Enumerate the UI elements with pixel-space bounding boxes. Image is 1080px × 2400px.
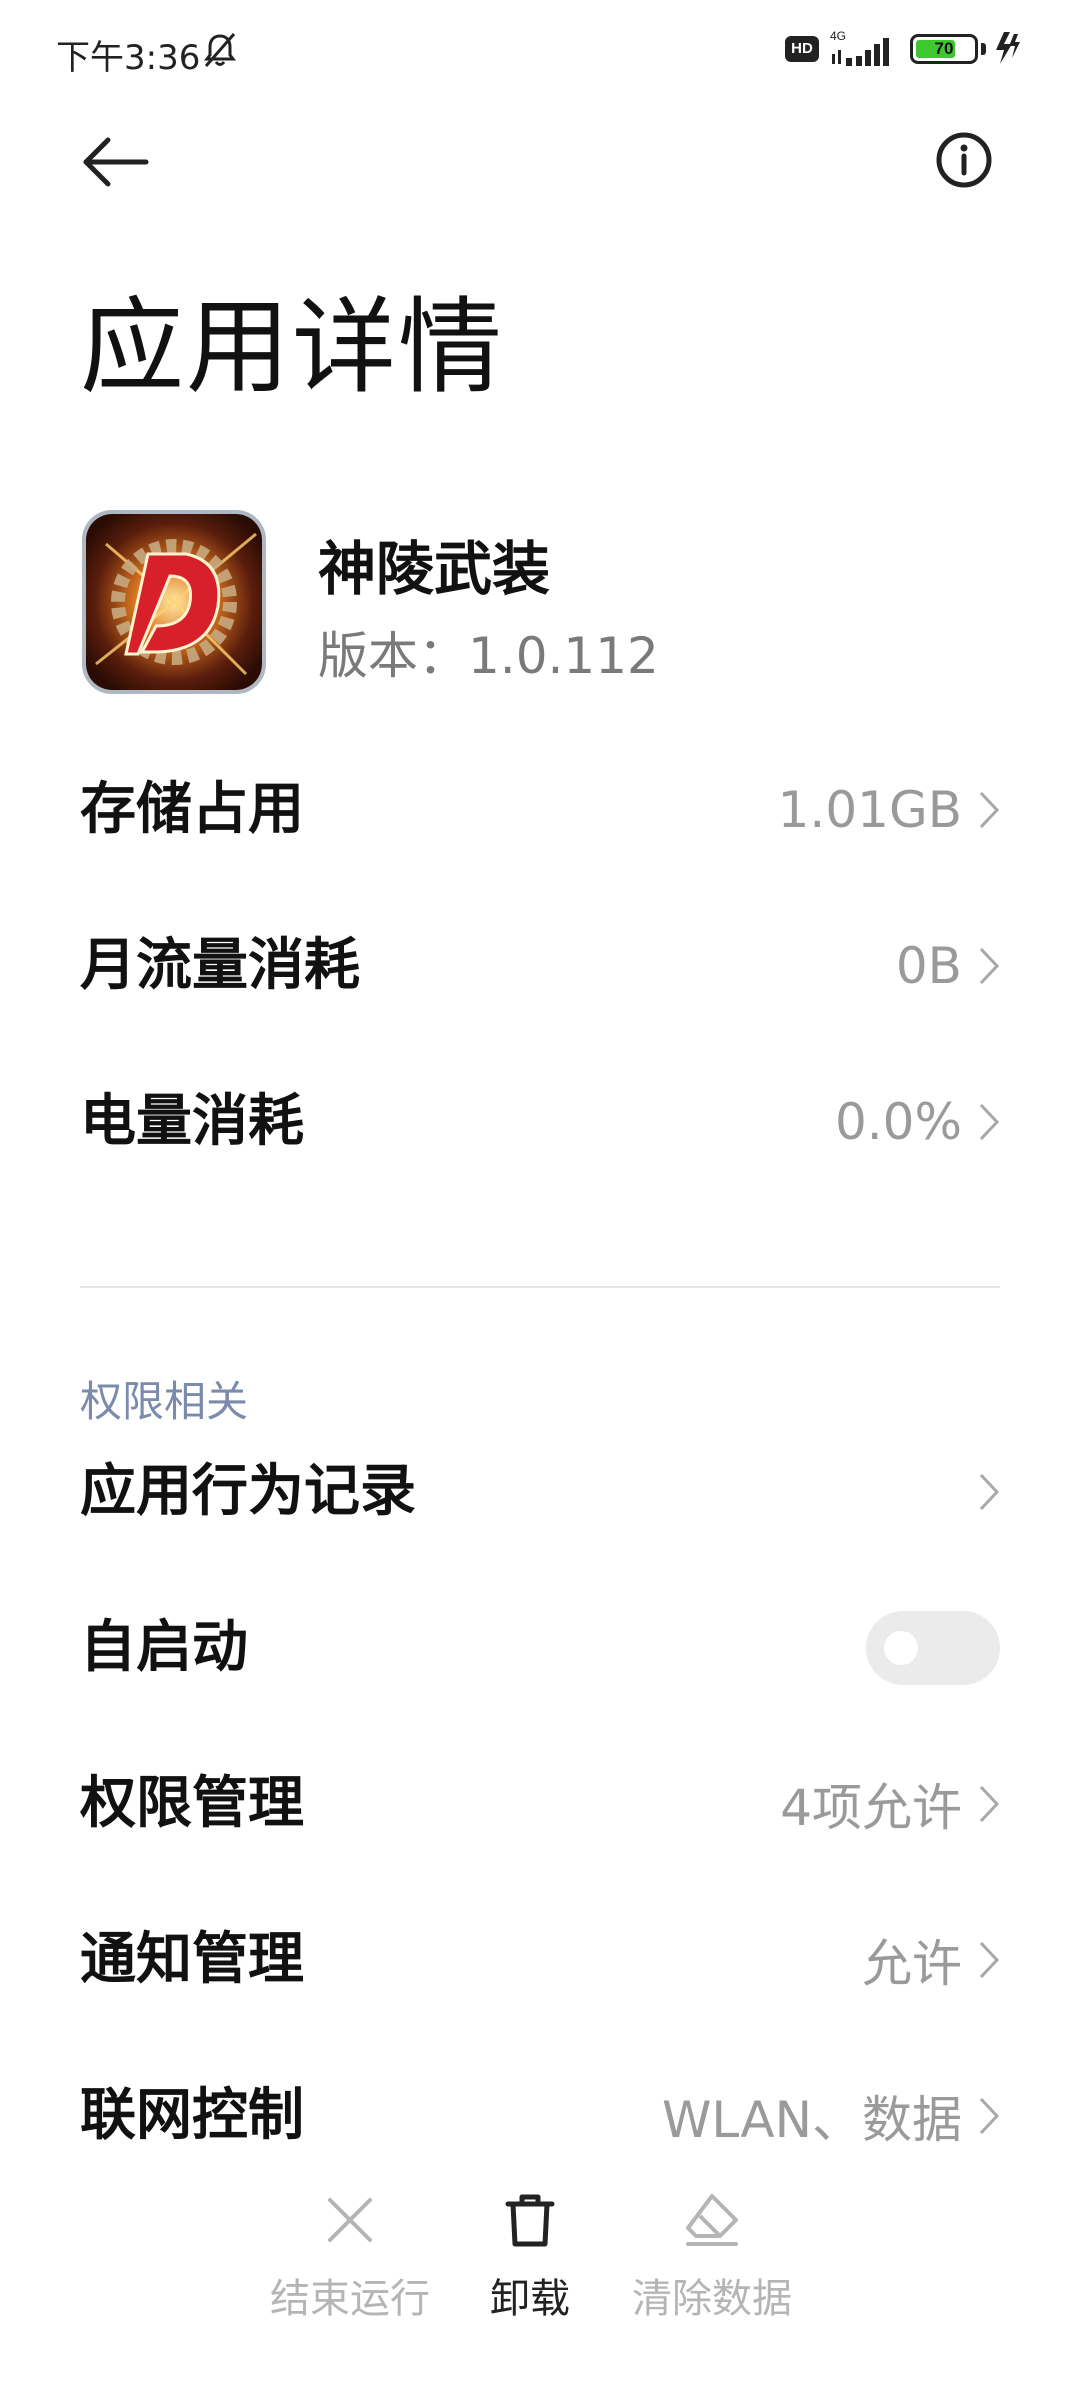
status-bar: 下午3:36 HD 4G 70 xyxy=(0,0,1080,100)
app-icon xyxy=(82,510,266,694)
row-value: 0B xyxy=(895,937,962,995)
chevron-right-icon xyxy=(979,1785,1000,1823)
battery-icon: 70 xyxy=(910,34,978,64)
chevron-right-icon xyxy=(979,2097,1000,2135)
row-value: 允许 xyxy=(862,1935,962,1993)
app-version: 版本：1.0.112 xyxy=(318,627,659,685)
battery-usage-row[interactable]: 电量消耗 0.0% xyxy=(80,1062,1000,1182)
app-behavior-record-row[interactable]: 应用行为记录 xyxy=(80,1432,1000,1552)
network-control-row[interactable]: 联网控制 WLAN、数据 xyxy=(80,2056,1000,2176)
page-title: 应用详情 xyxy=(80,286,505,408)
chevron-right-icon xyxy=(979,1473,1000,1511)
battery-tip xyxy=(981,43,986,55)
row-label: 月流量消耗 xyxy=(80,933,360,998)
close-icon xyxy=(328,2198,372,2242)
status-time: 下午3:36 xyxy=(56,38,201,78)
row-label: 电量消耗 xyxy=(80,1089,304,1154)
info-button[interactable] xyxy=(934,130,994,190)
data-usage-row[interactable]: 月流量消耗 0B xyxy=(80,906,1000,1026)
row-label: 联网控制 xyxy=(80,2083,304,2148)
row-value: 4项允许 xyxy=(780,1779,962,1837)
toggle-knob xyxy=(884,1631,918,1665)
section-title-permissions: 权限相关 xyxy=(80,1377,249,1426)
row-value: 0.0% xyxy=(834,1093,962,1151)
row-label: 权限管理 xyxy=(80,1771,304,1836)
trash-icon xyxy=(505,2194,555,2247)
row-label: 存储占用 xyxy=(80,777,304,842)
app-name: 神陵武装 xyxy=(318,535,551,603)
network-type: 4G xyxy=(830,29,846,43)
charging-icon xyxy=(996,32,1020,64)
hd-icon: HD xyxy=(785,36,819,62)
back-button[interactable] xyxy=(78,130,154,194)
clear-data-button[interactable]: 清除数据 xyxy=(602,2190,822,2324)
row-label: 应用行为记录 xyxy=(80,1459,416,1524)
bottom-item-label: 清除数据 xyxy=(632,2276,792,2322)
row-label: 自启动 xyxy=(80,1615,248,1680)
divider xyxy=(80,1286,1000,1288)
bottom-item-label: 卸载 xyxy=(490,2276,570,2322)
storage-row[interactable]: 存储占用 1.01GB xyxy=(80,750,1000,870)
chevron-right-icon xyxy=(979,791,1000,829)
permission-management-row[interactable]: 权限管理 4项允许 xyxy=(80,1744,1000,1864)
notification-management-row[interactable]: 通知管理 允许 xyxy=(80,1900,1000,2020)
bottom-item-label: 结束运行 xyxy=(270,2276,430,2322)
chevron-right-icon xyxy=(979,947,1000,985)
signal-icon: 4G xyxy=(830,29,889,66)
autostart-row: 自启动 xyxy=(80,1588,1000,1708)
chevron-right-icon xyxy=(979,1941,1000,1979)
autostart-toggle[interactable] xyxy=(866,1611,1000,1685)
chevron-right-icon xyxy=(979,1103,1000,1141)
battery-level: 70 xyxy=(934,39,954,58)
row-value: WLAN、数据 xyxy=(661,2091,962,2149)
arrow-left-icon xyxy=(83,137,149,187)
row-label: 通知管理 xyxy=(80,1927,304,1992)
eraser-icon xyxy=(686,2194,738,2246)
row-value: 1.01GB xyxy=(777,781,962,839)
bell-muted-icon xyxy=(204,33,236,67)
info-icon xyxy=(936,132,992,188)
